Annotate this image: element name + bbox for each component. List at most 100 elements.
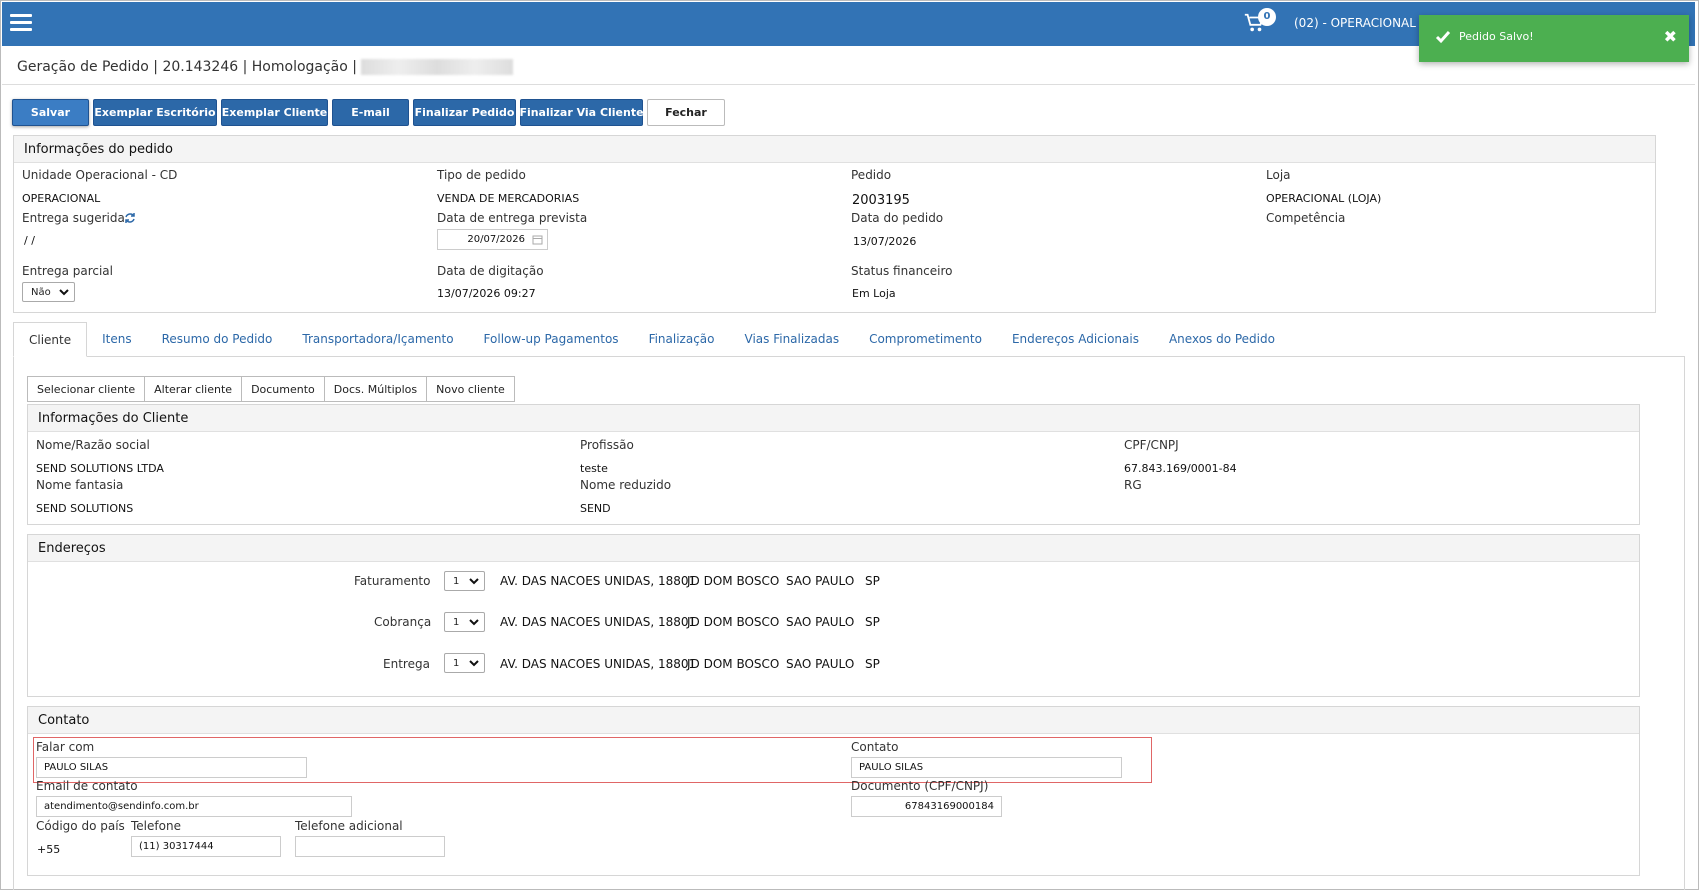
address-number-select[interactable]: 1 (444, 612, 485, 632)
address-type-label: Entrega (383, 657, 430, 671)
menu-icon[interactable] (10, 14, 32, 32)
unidade-label: Unidade Operacional - CD (22, 168, 178, 182)
pedido-label: Pedido (851, 168, 892, 182)
chevron-down-icon (469, 619, 479, 626)
chevron-down-icon (469, 660, 479, 667)
cart-count-badge: 0 (1258, 8, 1276, 26)
address-district: JD DOM BOSCO (687, 615, 780, 629)
refresh-icon[interactable] (124, 212, 136, 224)
unidade-value: OPERACIONAL (22, 192, 101, 205)
address-type-label: Cobrança (374, 615, 432, 629)
chevron-down-icon (59, 289, 69, 296)
finalizar-via-cliente-button[interactable]: Finalizar Via Cliente (519, 99, 644, 126)
contato-label: Contato (851, 740, 899, 754)
docs-multiplos-button[interactable]: Docs. Múltiplos (323, 376, 428, 402)
data-entrega-value: 20/07/2026 (467, 234, 525, 245)
contato-input[interactable]: PAULO SILAS (851, 757, 1122, 778)
tab-transportadora[interactable]: Transportadora/Içamento (287, 322, 468, 357)
address-number-value: 1 (453, 616, 460, 628)
telefone-label: Telefone (131, 819, 181, 833)
exemplar-cliente-button[interactable]: Exemplar Cliente (221, 99, 328, 126)
data-digitacao-label: Data de digitação (437, 264, 544, 278)
tab-anexos[interactable]: Anexos do Pedido (1154, 322, 1290, 357)
tab-follow-up[interactable]: Follow-up Pagamentos (469, 322, 634, 357)
reduzido-label: Nome reduzido (580, 478, 672, 492)
alterar-cliente-button[interactable]: Alterar cliente (144, 376, 243, 402)
tab-comprometimento[interactable]: Comprometimento (854, 322, 997, 357)
nome-label: Nome/Razão social (36, 438, 150, 452)
address-type-label: Faturamento (354, 574, 431, 588)
entrega-parcial-label: Entrega parcial (22, 264, 113, 278)
profissao-value: teste (580, 462, 608, 475)
email-input[interactable]: atendimento@sendinfo.com.br (36, 796, 352, 817)
falar-com-value: PAULO SILAS (44, 762, 109, 773)
calendar-icon[interactable] (532, 234, 543, 245)
tab-cliente[interactable]: Cliente (13, 322, 88, 357)
telefone-adicional-label: Telefone adicional (295, 819, 403, 833)
tab-itens[interactable]: Itens (87, 322, 146, 357)
data-digitacao-value: 13/07/2026 09:27 (437, 287, 536, 300)
address-street: AV. DAS NACOES UNIDAS, 18801 (500, 615, 697, 629)
panel-heading: Informações do Cliente (28, 405, 1639, 432)
tipo-value: VENDA DE MERCADORIAS (437, 192, 580, 205)
documento-button[interactable]: Documento (241, 376, 325, 402)
page-title: Geração de Pedido | 20.143246 | Homologa… (17, 59, 514, 75)
documento-label: Documento (CPF/CNPJ) (851, 779, 989, 793)
documento-input[interactable]: 67843169000184 (851, 796, 1002, 817)
telefone-adicional-input[interactable] (295, 836, 445, 857)
contato-value: PAULO SILAS (859, 762, 924, 773)
divider (2, 84, 1695, 85)
novo-cliente-button[interactable]: Novo cliente (426, 376, 515, 402)
finalizar-pedido-button[interactable]: Finalizar Pedido (413, 99, 516, 126)
exemplar-escritorio-button[interactable]: Exemplar Escritório (93, 99, 217, 126)
tab-bar: Cliente Itens Resumo do Pedido Transport… (13, 322, 1290, 357)
entrega-parcial-value: Não (31, 286, 51, 298)
success-toast: Pedido Salvo! ✖ (1419, 15, 1689, 62)
address-number-select[interactable]: 1 (444, 653, 485, 673)
panel-heading: Contato (28, 707, 1639, 734)
cpf-value: 67.843.169/0001-84 (1124, 462, 1237, 475)
save-button[interactable]: Salvar (12, 99, 89, 126)
pais-label: Código do país (36, 819, 125, 833)
data-pedido-label: Data do pedido (851, 211, 944, 225)
tab-vias-finalizadas[interactable]: Vias Finalizadas (730, 322, 855, 357)
client-info-panel: Informações do Cliente (27, 404, 1640, 525)
tab-resumo[interactable]: Resumo do Pedido (147, 322, 288, 357)
client-toolbar: Selecionar cliente Alterar cliente Docum… (27, 376, 515, 402)
data-entrega-label: Data de entrega prevista (437, 211, 588, 225)
entrega-sugerida-label: Entrega sugerida (22, 211, 125, 225)
selecionar-cliente-button[interactable]: Selecionar cliente (27, 376, 146, 402)
address-street: AV. DAS NACOES UNIDAS, 18801 (500, 657, 697, 671)
fechar-button[interactable]: Fechar (647, 99, 725, 126)
address-number-select[interactable]: 1 (444, 571, 485, 591)
check-icon (1435, 31, 1451, 44)
entrega-parcial-select[interactable]: Não (22, 282, 75, 302)
tab-enderecos-adicionais[interactable]: Endereços Adicionais (997, 322, 1154, 357)
address-state: SP (865, 615, 880, 629)
redacted-block (361, 59, 514, 75)
email-value: atendimento@sendinfo.com.br (44, 801, 199, 812)
falar-com-input[interactable]: PAULO SILAS (36, 757, 307, 778)
address-city: SAO PAULO (786, 574, 855, 588)
loja-value: OPERACIONAL (LOJA) (1266, 192, 1382, 205)
reduzido-value: SEND (580, 502, 611, 515)
panel-heading: Informações do pedido (14, 136, 1655, 163)
cpf-label: CPF/CNPJ (1124, 438, 1179, 452)
rg-label: RG (1124, 478, 1142, 492)
address-district: JD DOM BOSCO (687, 657, 780, 671)
profissao-label: Profissão (580, 438, 634, 452)
address-district: JD DOM BOSCO (687, 574, 780, 588)
close-icon[interactable]: ✖ (1664, 27, 1677, 46)
panel-heading: Endereços (28, 535, 1639, 562)
entrega-sugerida-value: / / (24, 234, 35, 247)
email-button[interactable]: E-mail (332, 99, 409, 126)
tab-finalizacao[interactable]: Finalização (634, 322, 730, 357)
address-city: SAO PAULO (786, 615, 855, 629)
operational-unit-label[interactable]: (02) - OPERACIONAL ( (1294, 16, 1424, 30)
telefone-input[interactable]: (11) 30317444 (131, 836, 281, 857)
main-toolbar: Salvar Exemplar Escritório Exemplar Clie… (12, 99, 725, 126)
falar-com-label: Falar com (36, 740, 95, 754)
address-number-value: 1 (453, 575, 460, 587)
status-fin-value: Em Loja (852, 287, 896, 300)
loja-label: Loja (1266, 168, 1291, 182)
